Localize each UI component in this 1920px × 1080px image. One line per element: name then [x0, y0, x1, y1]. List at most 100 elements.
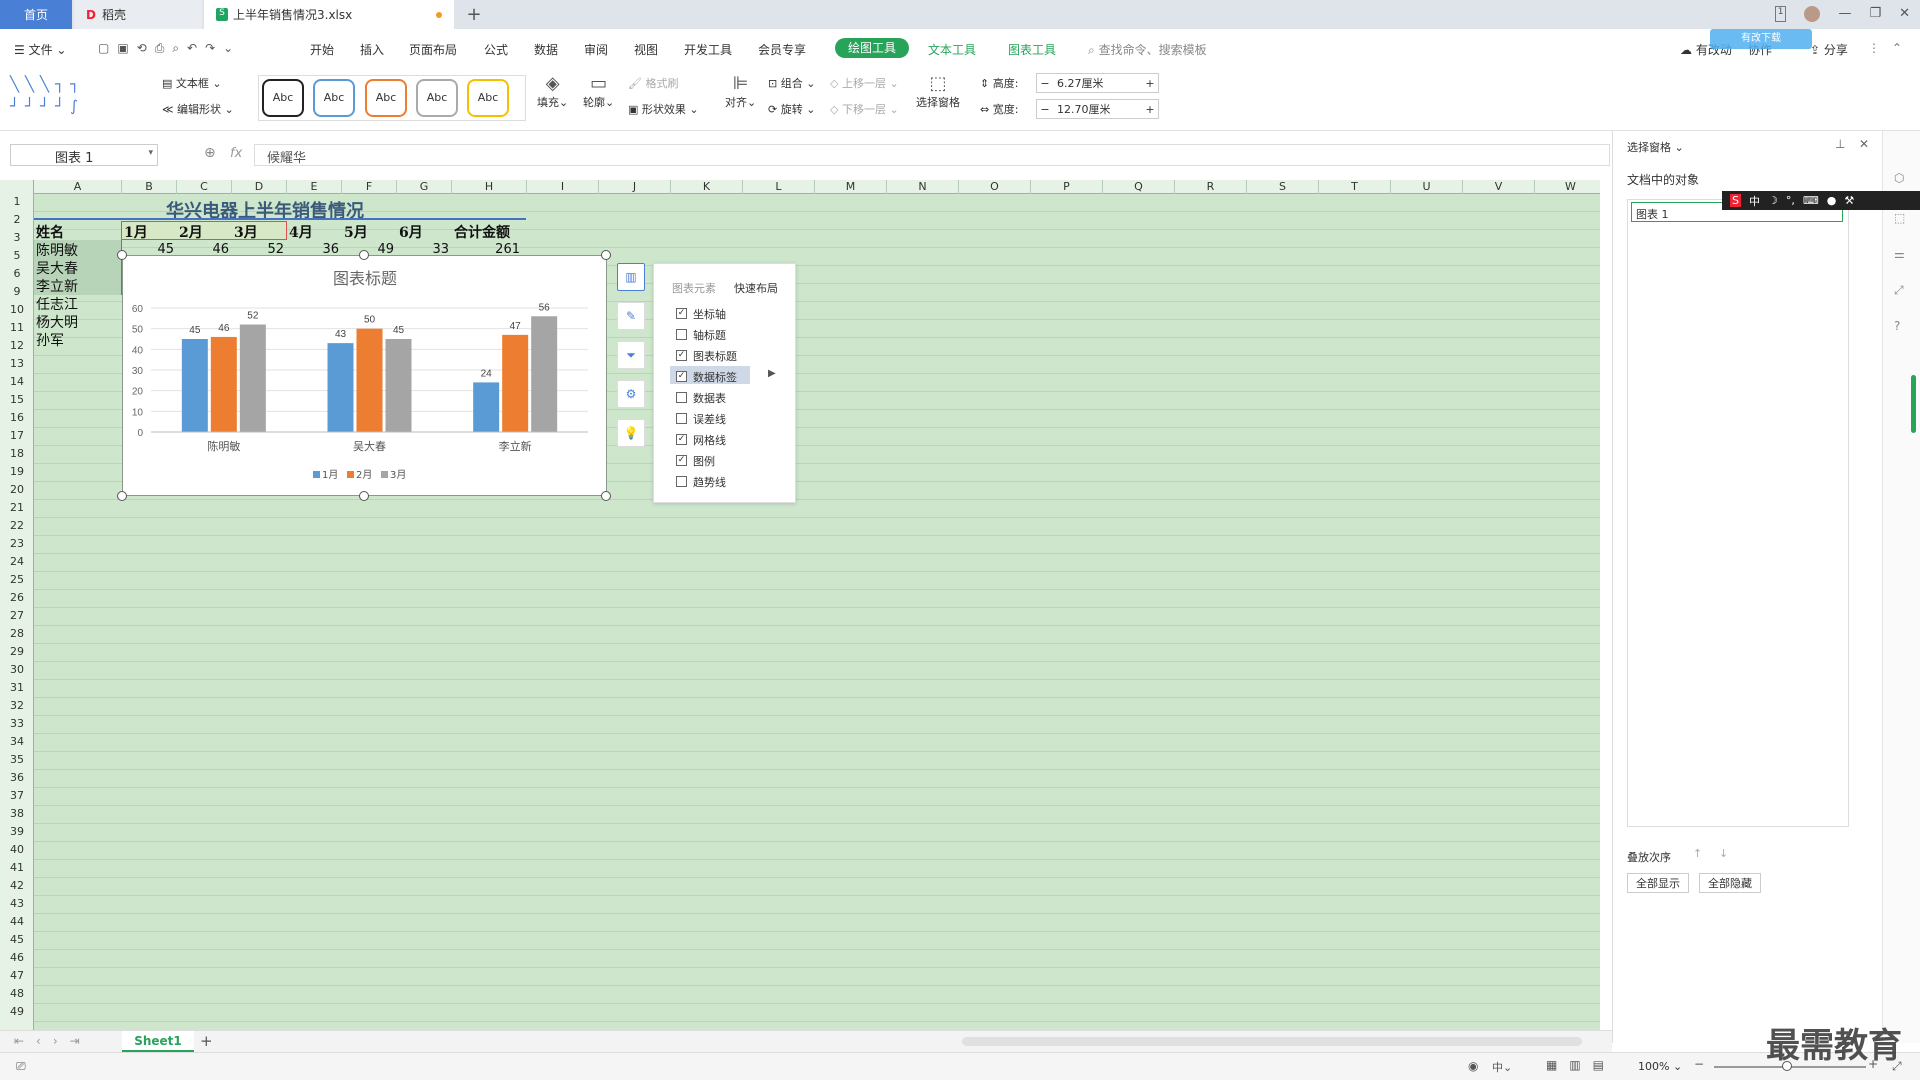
checkbox-0[interactable]: ✓	[676, 308, 687, 319]
style-blue[interactable]: Abc	[313, 79, 355, 117]
bar-1月-李立新[interactable]	[473, 382, 500, 432]
row-header-18[interactable]: 18	[0, 447, 34, 465]
eye-protection-icon[interactable]: ◉	[1468, 1059, 1478, 1073]
share-button[interactable]: ⇪ 分享	[1810, 41, 1848, 58]
column-header-H[interactable]: H	[452, 180, 527, 194]
checkbox-7[interactable]: ✓	[676, 455, 687, 466]
row-header-27[interactable]: 27	[0, 609, 34, 627]
resize-handle-bl[interactable]	[117, 491, 127, 501]
horizontal-scrollbar[interactable]	[962, 1037, 1582, 1046]
minimize-icon[interactable]: —	[1838, 6, 1851, 22]
column-header-K[interactable]: K	[671, 180, 743, 194]
connector-gallery[interactable]: ╲╲╲┐┐ ┘┘┘┘∫	[10, 73, 146, 121]
sheet-nav-icons[interactable]: ⇤‹›⇥	[14, 1034, 92, 1048]
header-feb[interactable]: 2月	[179, 222, 203, 242]
bar-1月-陈明敏[interactable]	[181, 339, 208, 432]
chart-settings-icon[interactable]: ⚙	[617, 380, 645, 408]
row-header-35[interactable]: 35	[0, 753, 34, 771]
checkbox-label-0[interactable]: 坐标轴	[693, 306, 726, 322]
quick-access-toolbar[interactable]: ▢▣⟲⎙⌕↶↷⌄	[98, 41, 241, 56]
column-header-C[interactable]: C	[177, 180, 232, 194]
chart-idea-icon[interactable]: 💡	[617, 419, 645, 447]
row-header-48[interactable]: 48	[0, 987, 34, 1005]
row-header-3[interactable]: 3	[0, 231, 34, 249]
row-header-45[interactable]: 45	[0, 933, 34, 951]
height-decrement[interactable]: −	[1037, 77, 1053, 90]
show-all-button[interactable]: 全部显示	[1627, 873, 1689, 893]
column-header-I[interactable]: I	[527, 180, 599, 194]
column-header-R[interactable]: R	[1175, 180, 1247, 194]
popup-tab-layout[interactable]: 快速布局	[734, 280, 778, 296]
row-header-1[interactable]: 1	[0, 195, 34, 213]
ime-status-icon[interactable]: 中⌄	[1492, 1059, 1512, 1075]
row-header-25[interactable]: 25	[0, 573, 34, 591]
bring-forward-button[interactable]: ◇ 上移一层 ⌄	[830, 75, 899, 91]
column-header-G[interactable]: G	[397, 180, 452, 194]
bar-1月-吴大春[interactable]	[327, 343, 354, 432]
menu-data[interactable]: 数据	[534, 41, 558, 58]
column-header-U[interactable]: U	[1391, 180, 1463, 194]
popup-tab-elements[interactable]: 图表元素	[672, 280, 716, 296]
column-header-F[interactable]: F	[342, 180, 397, 194]
style-grey[interactable]: Abc	[416, 79, 458, 117]
bar-3月-吴大春[interactable]	[385, 339, 412, 432]
chart-elements-icon[interactable]: ▥	[617, 263, 645, 291]
column-header-S[interactable]: S	[1247, 180, 1319, 194]
row-header-12[interactable]: 12	[0, 339, 34, 357]
row-header-2[interactable]: 2	[0, 213, 34, 231]
close-window-icon[interactable]: ✕	[1899, 6, 1910, 22]
row-header-47[interactable]: 47	[0, 969, 34, 987]
width-stepper[interactable]: −12.70厘米 +	[1036, 99, 1159, 119]
group-button[interactable]: ⊡ 组合 ⌄	[768, 75, 815, 91]
resize-handle-tl[interactable]	[117, 250, 127, 260]
checkbox-6[interactable]: ✓	[676, 434, 687, 445]
macro-icon[interactable]: ⎚	[16, 1059, 26, 1074]
checkbox-1[interactable]	[676, 329, 687, 340]
fx-icon[interactable]: fx	[230, 146, 242, 161]
sidebar-adjust-icon[interactable]: ⚌	[1894, 247, 1905, 261]
row-header-31[interactable]: 31	[0, 681, 34, 699]
sidebar-transform-icon[interactable]: ⤢	[1894, 283, 1904, 298]
style-black[interactable]: Abc	[262, 79, 304, 117]
header-may[interactable]: 5月	[344, 222, 368, 242]
checkbox-label-3[interactable]: 数据标签	[693, 369, 737, 385]
sheet-tab-sheet1[interactable]: Sheet1	[122, 1031, 194, 1052]
style-yellow[interactable]: Abc	[467, 79, 509, 117]
row-header-10[interactable]: 10	[0, 303, 34, 321]
sidebar-shape-icon[interactable]: ⬡	[1894, 171, 1904, 185]
zoom-formula-icon[interactable]: ⊕	[204, 145, 216, 161]
row-header-15[interactable]: 15	[0, 393, 34, 411]
resize-handle-br[interactable]	[601, 491, 611, 501]
chart-style-icon[interactable]: ✎	[617, 302, 645, 330]
fill-button[interactable]: ◈ 填充⌄	[537, 73, 568, 110]
name-box-dropdown-icon[interactable]: ▾	[148, 148, 153, 158]
shape-effect-button[interactable]: ▣ 形状效果 ⌄	[628, 101, 699, 117]
avatar[interactable]	[1804, 6, 1821, 22]
row-header-30[interactable]: 30	[0, 663, 34, 681]
view-mode-icons[interactable]: ▦▥▤	[1546, 1058, 1616, 1072]
checkbox-label-2[interactable]: 图表标题	[693, 348, 737, 364]
menu-view[interactable]: 视图	[634, 41, 658, 58]
style-orange[interactable]: Abc	[365, 79, 407, 117]
column-header-Q[interactable]: Q	[1103, 180, 1175, 194]
row-header-28[interactable]: 28	[0, 627, 34, 645]
row-header-5[interactable]: 5	[0, 249, 34, 267]
column-header-L[interactable]: L	[743, 180, 815, 194]
send-backward-button[interactable]: ◇ 下移一层 ⌄	[830, 101, 899, 117]
column-header-O[interactable]: O	[959, 180, 1031, 194]
row-header-13[interactable]: 13	[0, 357, 34, 375]
checkbox-3[interactable]: ✓	[676, 371, 687, 382]
column-header-J[interactable]: J	[599, 180, 671, 194]
width-increment[interactable]: +	[1142, 103, 1158, 116]
tab-document[interactable]: S 上半年销售情况3.xlsx	[204, 0, 454, 29]
header-jan[interactable]: 1月	[124, 222, 148, 242]
row-header-40[interactable]: 40	[0, 843, 34, 861]
zoom-level[interactable]: 100% ⌄	[1638, 1060, 1682, 1073]
menu-formula[interactable]: 公式	[484, 41, 508, 58]
move-down-icon[interactable]: ↓	[1719, 847, 1728, 860]
row-header-44[interactable]: 44	[0, 915, 34, 933]
row-header-26[interactable]: 26	[0, 591, 34, 609]
restore-icon[interactable]: ❐	[1869, 6, 1881, 22]
zoom-out-icon[interactable]: −	[1694, 1057, 1704, 1071]
column-header-W[interactable]: W	[1535, 180, 1600, 194]
